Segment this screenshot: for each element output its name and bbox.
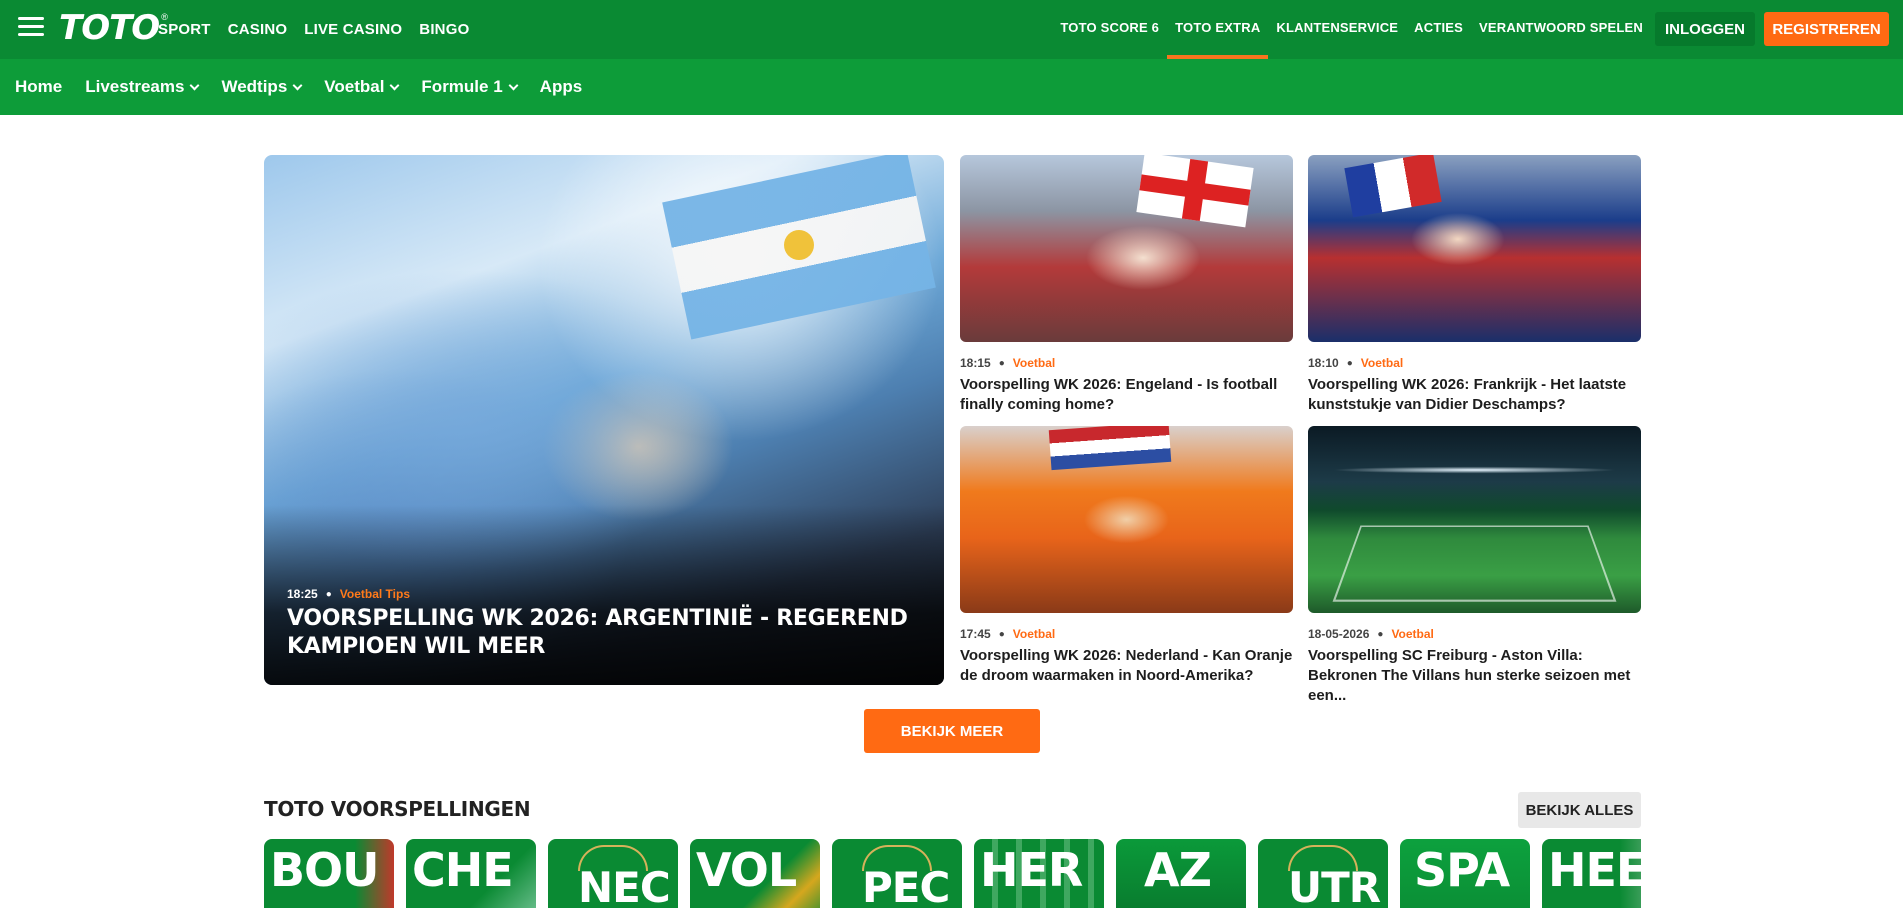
hero-article[interactable]: 18:25 ● Voetbal Tips VOORSPELLING WK 202… [264,155,944,685]
prediction-tile[interactable]: NEC [548,839,678,908]
subnav-label: Livestreams [85,77,185,96]
hero-time: 18:25 [287,587,318,601]
article-category: Voetbal [1391,627,1434,641]
article-image [1308,426,1641,613]
login-button[interactable]: INLOGGEN [1655,12,1755,46]
prediction-tiles: BOU CHE NEC VOL PEC HER AZ UTR SPA HEE [264,839,1641,908]
article-image [960,155,1293,342]
prediction-tile[interactable]: BOU [264,839,394,908]
article-time: 18:15 [960,356,991,370]
subnav-label: Voetbal [324,77,385,96]
separator-dot: ● [325,588,332,600]
subnav-home[interactable]: Home [15,77,62,97]
nav-casino[interactable]: CASINO [228,21,288,38]
subnav-livestreams[interactable]: Livestreams [85,77,200,97]
article-meta: 18:15 ● Voetbal [960,356,1293,370]
toto-logo[interactable]: TOTO ® [59,10,168,46]
england-flag-image [1136,155,1254,228]
pitch-lines [1332,525,1617,602]
subnav-apps[interactable]: Apps [540,77,583,97]
main-nav: SPORT CASINO LIVE CASINO BINGO [158,0,469,59]
article-meta: 17:45 ● Voetbal [960,627,1293,641]
article-title: Voorspelling SC Freiburg - Aston Villa: … [1308,647,1631,704]
nav-live-casino[interactable]: LIVE CASINO [304,21,402,38]
subnav-label: Apps [539,77,583,96]
tile-label: BOU [270,843,380,897]
article-image [1308,155,1641,342]
prediction-tile[interactable]: CHE [406,839,536,908]
subnav-wedtips[interactable]: Wedtips [221,77,303,97]
article-category: Voetbal [1012,627,1056,641]
subnav-label: Wedtips [221,77,288,96]
article-card[interactable]: 18:10 ● Voetbal Voorspelling WK 2026: Fr… [1308,155,1641,415]
prediction-tile[interactable]: HEE [1542,839,1641,908]
nav-toto-score-6[interactable]: TOTO SCORE 6 [1060,0,1159,59]
article-title: Voorspelling WK 2026: Engeland - Is foot… [960,376,1278,413]
article-category: Voetbal [1360,356,1404,370]
menu-icon[interactable] [18,17,44,39]
hero-meta: 18:25 ● Voetbal Tips [287,587,410,601]
chevron-down-icon [190,80,200,90]
prediction-tile[interactable]: UTR [1258,839,1388,908]
tile-label: CHE [412,843,514,897]
article-image [960,426,1293,613]
tile-label: VOL [696,843,797,897]
chevron-down-icon [508,80,519,90]
prediction-tile[interactable]: HER [974,839,1104,908]
top-bar: TOTO ® SPORT CASINO LIVE CASINO BINGO TO… [0,0,1903,59]
nav-bingo[interactable]: BINGO [419,21,469,38]
separator-dot: ● [998,628,1005,640]
article-card[interactable]: 18:15 ● Voetbal Voorspelling WK 2026: En… [960,155,1293,415]
register-button[interactable]: REGISTREREN [1764,12,1889,46]
nav-verantwoord-spelen[interactable]: VERANTWOORD SPELEN [1479,0,1643,59]
subnav-label: Home [15,77,63,96]
logo-text: TOTO [59,8,160,48]
separator-dot: ● [1377,628,1384,640]
article-card[interactable]: 17:45 ● Voetbal Voorspelling WK 2026: Ne… [960,426,1293,686]
tile-label: SPA [1414,843,1510,897]
separator-dot: ● [998,357,1005,369]
secondary-nav: TOTO SCORE 6 TOTO EXTRA KLANTENSERVICE A… [1060,0,1643,59]
nav-acties[interactable]: ACTIES [1414,0,1463,59]
tile-label: UTR [1288,863,1381,908]
tile-label: AZ [1144,843,1212,897]
article-meta: 18:10 ● Voetbal [1308,356,1641,370]
article-meta: 18-05-2026 ● Voetbal [1308,627,1641,641]
nav-klantenservice[interactable]: KLANTENSERVICE [1276,0,1398,59]
hero-category: Voetbal Tips [339,587,410,601]
tile-label: HER [980,843,1083,897]
subnav-formule-1[interactable]: Formule 1 [421,77,519,97]
article-time: 18-05-2026 [1308,627,1370,641]
section-title: TOTO VOORSPELLINGEN [264,797,531,821]
prediction-tile[interactable]: VOL [690,839,820,908]
prediction-tile[interactable]: AZ [1116,839,1246,908]
subnav-voetbal[interactable]: Voetbal [324,77,400,97]
tile-label: HEE [1548,843,1641,897]
flag-sun-image [784,230,814,260]
prediction-tile[interactable]: SPA [1400,839,1530,908]
show-more-button[interactable]: BEKIJK MEER [864,709,1040,753]
subnav-label: Formule 1 [421,77,503,96]
article-time: 18:10 [1308,356,1339,370]
article-time: 17:45 [960,627,991,641]
article-category: Voetbal [1012,356,1056,370]
article-card[interactable]: 18-05-2026 ● Voetbal Voorspelling SC Fre… [1308,426,1641,706]
nav-toto-extra[interactable]: TOTO EXTRA [1167,0,1269,59]
article-title: Voorspelling WK 2026: Frankrijk - Het la… [1308,376,1627,413]
netherlands-flag-image [1048,426,1172,471]
stadium-lights [1308,466,1641,474]
see-all-button[interactable]: BEKIJK ALLES [1518,792,1641,828]
separator-dot: ● [1346,357,1353,369]
prediction-tile[interactable]: PEC [832,839,962,908]
nav-sport[interactable]: SPORT [158,21,211,38]
sub-nav: Home Livestreams Wedtips Voetbal Formule… [0,59,1903,115]
tile-label: PEC [862,863,950,908]
tile-label: NEC [578,863,671,908]
chevron-down-icon [389,80,400,90]
article-title: Voorspelling WK 2026: Nederland - Kan Or… [960,647,1293,684]
hero-title: VOORSPELLING WK 2026: ARGENTINIË - REGER… [287,606,908,659]
france-flag-image [1344,155,1442,218]
chevron-down-icon [292,80,303,90]
